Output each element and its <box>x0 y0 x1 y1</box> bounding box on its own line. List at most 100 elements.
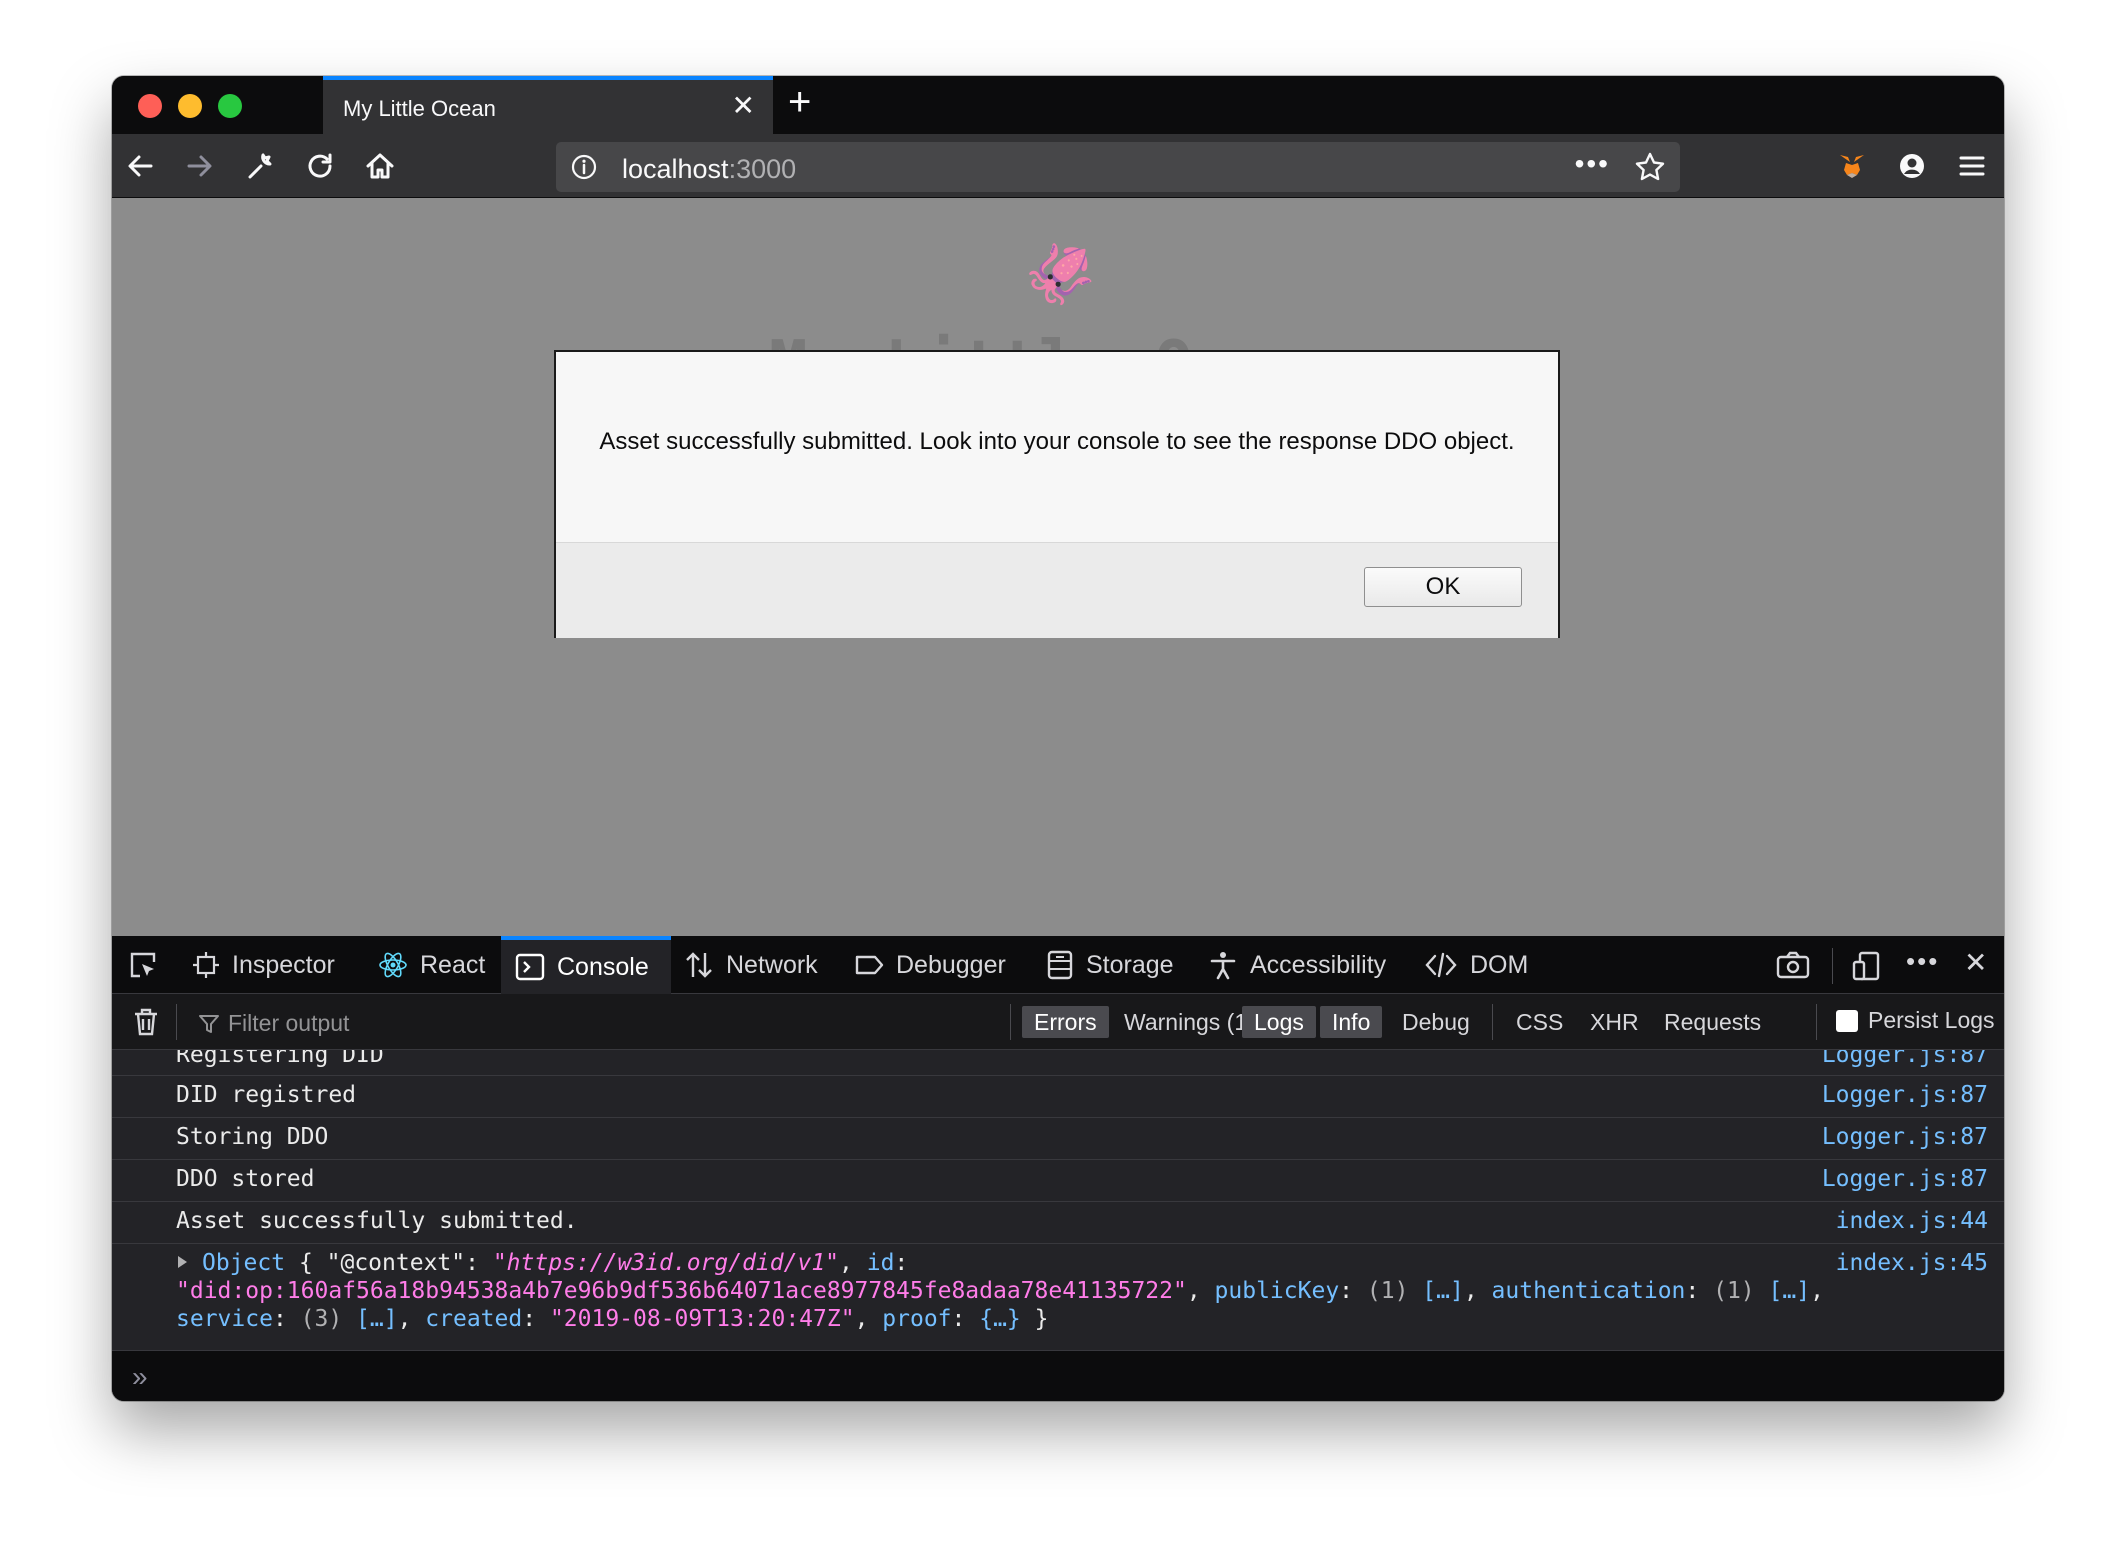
debugger-icon <box>854 950 884 980</box>
tab-label: Console <box>557 952 649 981</box>
console-filter-bar: Filter output Errors Warnings (1) Logs I… <box>112 994 2004 1050</box>
console-source-link[interactable]: Logger.js:87 <box>1822 1050 1988 1068</box>
filter-divider <box>1010 1004 1011 1040</box>
tab-label: React <box>420 950 486 979</box>
element-picker-icon[interactable] <box>126 936 160 994</box>
service-key: service <box>176 1306 273 1332</box>
responsive-mode-icon[interactable] <box>1852 950 1882 987</box>
filter-requests[interactable]: Requests <box>1652 1006 1773 1038</box>
new-tab-button[interactable]: + <box>788 82 811 122</box>
tab-label: Debugger <box>896 950 1006 979</box>
filter-divider <box>176 1004 177 1040</box>
tab-console[interactable]: Console <box>501 936 671 994</box>
console-source-link[interactable]: Logger.js:87 <box>1822 1082 1988 1108</box>
publickey-array[interactable]: […] <box>1422 1278 1464 1304</box>
devtools-panel: Inspector React Console Network Debugger… <box>112 936 2004 1401</box>
back-icon[interactable] <box>122 148 158 184</box>
tab-debugger[interactable]: Debugger <box>854 936 1006 994</box>
proof-object[interactable]: {…} <box>979 1306 1021 1332</box>
filter-debug[interactable]: Debug <box>1390 1006 1482 1038</box>
tab-label: Inspector <box>232 950 335 979</box>
console-row: Registering DID Logger.js:87 <box>112 1050 2004 1076</box>
tab-network[interactable]: Network <box>684 936 818 994</box>
authentication-count: (1) <box>1713 1278 1755 1304</box>
object-line-1: Object { "@context": "https://w3id.org/d… <box>202 1250 909 1276</box>
persist-logs-label: Persist Logs <box>1868 1007 1995 1033</box>
filter-css[interactable]: CSS <box>1504 1006 1575 1038</box>
ok-button[interactable]: OK <box>1364 567 1522 607</box>
devtools-close-icon[interactable]: ✕ <box>1964 946 1987 979</box>
site-info-icon[interactable] <box>570 153 598 186</box>
console-message: Asset successfully submitted. <box>176 1208 578 1234</box>
context-key: "@context" <box>326 1250 466 1276</box>
zoom-window-button[interactable] <box>218 94 242 118</box>
tab-title: My Little Ocean <box>343 96 496 121</box>
console-source-link[interactable]: index.js:45 <box>1836 1250 1988 1276</box>
home-icon[interactable] <box>362 148 398 184</box>
tab-storage[interactable]: Storage <box>1046 936 1174 994</box>
authentication-key: authentication <box>1491 1278 1686 1304</box>
filter-xhr[interactable]: XHR <box>1578 1006 1651 1038</box>
screenshot-icon[interactable] <box>1776 950 1810 985</box>
url-text: localhost:3000 <box>622 154 796 185</box>
publickey-count: (1) <box>1366 1278 1409 1304</box>
wrench-icon[interactable] <box>242 148 278 184</box>
expand-triangle-icon[interactable] <box>178 1256 187 1268</box>
id-value: "did:op:160af56a18b94538a4b7e96b9df536b6… <box>176 1278 1187 1304</box>
console-source-link[interactable]: Logger.js:87 <box>1822 1124 1988 1150</box>
url-port: :3000 <box>728 154 797 184</box>
bookmark-star-icon[interactable] <box>1634 151 1666 188</box>
alert-message: Asset successfully submitted. Look into … <box>599 428 1515 455</box>
console-source-link[interactable]: Logger.js:87 <box>1822 1166 1988 1192</box>
toolbar-divider <box>1832 948 1833 984</box>
authentication-array[interactable]: […] <box>1769 1278 1811 1304</box>
devtools-toolbar: Inspector React Console Network Debugger… <box>112 936 2004 994</box>
accessibility-icon <box>1208 950 1238 980</box>
tab-label: Accessibility <box>1250 950 1387 979</box>
tab-label: DOM <box>1470 950 1529 979</box>
filter-placeholder: Filter output <box>228 1010 350 1036</box>
devtools-more-icon[interactable]: ••• <box>1906 946 1939 977</box>
tab-inspector[interactable]: Inspector <box>192 936 335 994</box>
url-bar[interactable]: localhost:3000 ••• <box>556 142 1680 192</box>
tab-close-icon[interactable]: ✕ <box>732 92 755 120</box>
dom-icon <box>1424 950 1458 980</box>
hamburger-menu-icon[interactable] <box>1954 148 1990 184</box>
forward-icon[interactable] <box>182 148 218 184</box>
close-window-button[interactable] <box>138 94 162 118</box>
console-icon <box>515 952 545 982</box>
console-object-row: Object { "@context": "https://w3id.org/d… <box>112 1244 2004 1344</box>
filter-logs[interactable]: Logs <box>1242 1006 1316 1038</box>
console-row: DDO stored Logger.js:87 <box>112 1160 2004 1202</box>
console-prompt-icon: » <box>132 1361 148 1392</box>
console-message: Storing DDO <box>176 1124 329 1150</box>
service-count: (3) <box>300 1306 343 1332</box>
filter-info[interactable]: Info <box>1320 1006 1383 1038</box>
browser-window: My Little Ocean ✕ + localhost:3000 ••• 🦑… <box>112 76 2004 1401</box>
clear-console-trash-icon[interactable] <box>132 1007 160 1042</box>
console-input[interactable]: » <box>112 1350 2004 1401</box>
object-line-2: "did:op:160af56a18b94538a4b7e96b9df536b6… <box>176 1278 1824 1304</box>
tab-dom[interactable]: DOM <box>1424 936 1528 994</box>
tab-react[interactable]: React <box>378 936 485 994</box>
page-actions-icon[interactable]: ••• <box>1575 148 1610 180</box>
object-line-3: service: (3) […], created: "2019-08-09T1… <box>176 1306 1049 1332</box>
object-label[interactable]: Object <box>202 1250 285 1276</box>
service-array[interactable]: […] <box>356 1306 398 1332</box>
browser-tab[interactable]: My Little Ocean ✕ <box>323 76 773 134</box>
created-key: created <box>425 1306 523 1332</box>
tab-accessibility[interactable]: Accessibility <box>1208 936 1386 994</box>
minimize-window-button[interactable] <box>178 94 202 118</box>
console-row: Storing DDO Logger.js:87 <box>112 1118 2004 1160</box>
filter-output-input[interactable]: Filter output <box>198 1010 349 1037</box>
filter-errors[interactable]: Errors <box>1022 1006 1109 1038</box>
checkbox[interactable] <box>1836 1009 1858 1032</box>
account-icon[interactable] <box>1894 148 1930 184</box>
publickey-key: publicKey <box>1214 1278 1340 1304</box>
persist-logs-checkbox[interactable]: Persist Logs <box>1836 1007 1995 1034</box>
console-source-link[interactable]: index.js:44 <box>1836 1208 1988 1234</box>
metamask-fox-icon[interactable] <box>1834 148 1870 184</box>
reload-icon[interactable] <box>302 148 338 184</box>
network-icon <box>684 950 714 980</box>
created-value: "2019-08-09T13:20:47Z" <box>549 1306 855 1332</box>
